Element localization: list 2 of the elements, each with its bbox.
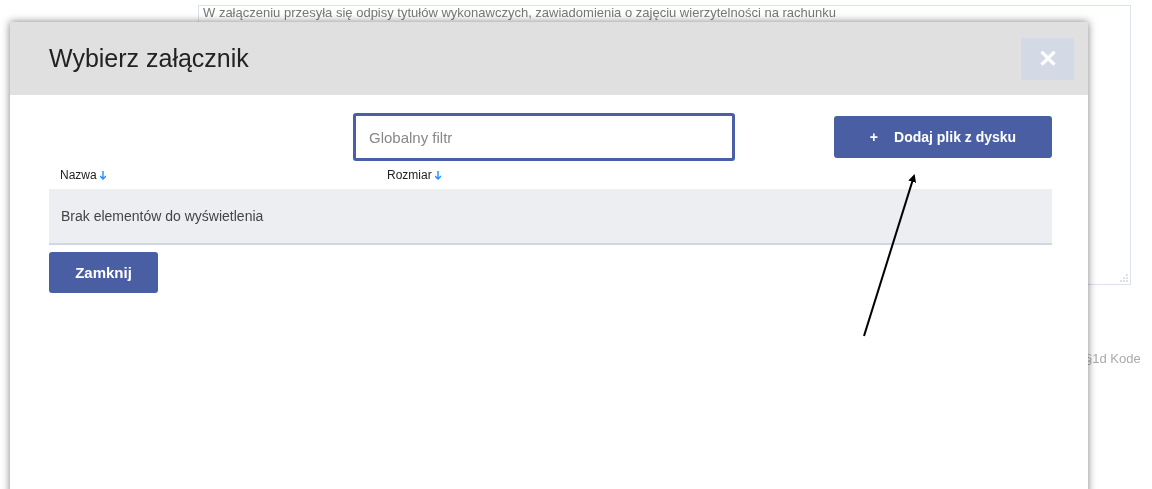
dialog-title: Wybierz załącznik [49, 44, 249, 73]
empty-message: Brak elementów do wyświetlenia [61, 208, 264, 224]
